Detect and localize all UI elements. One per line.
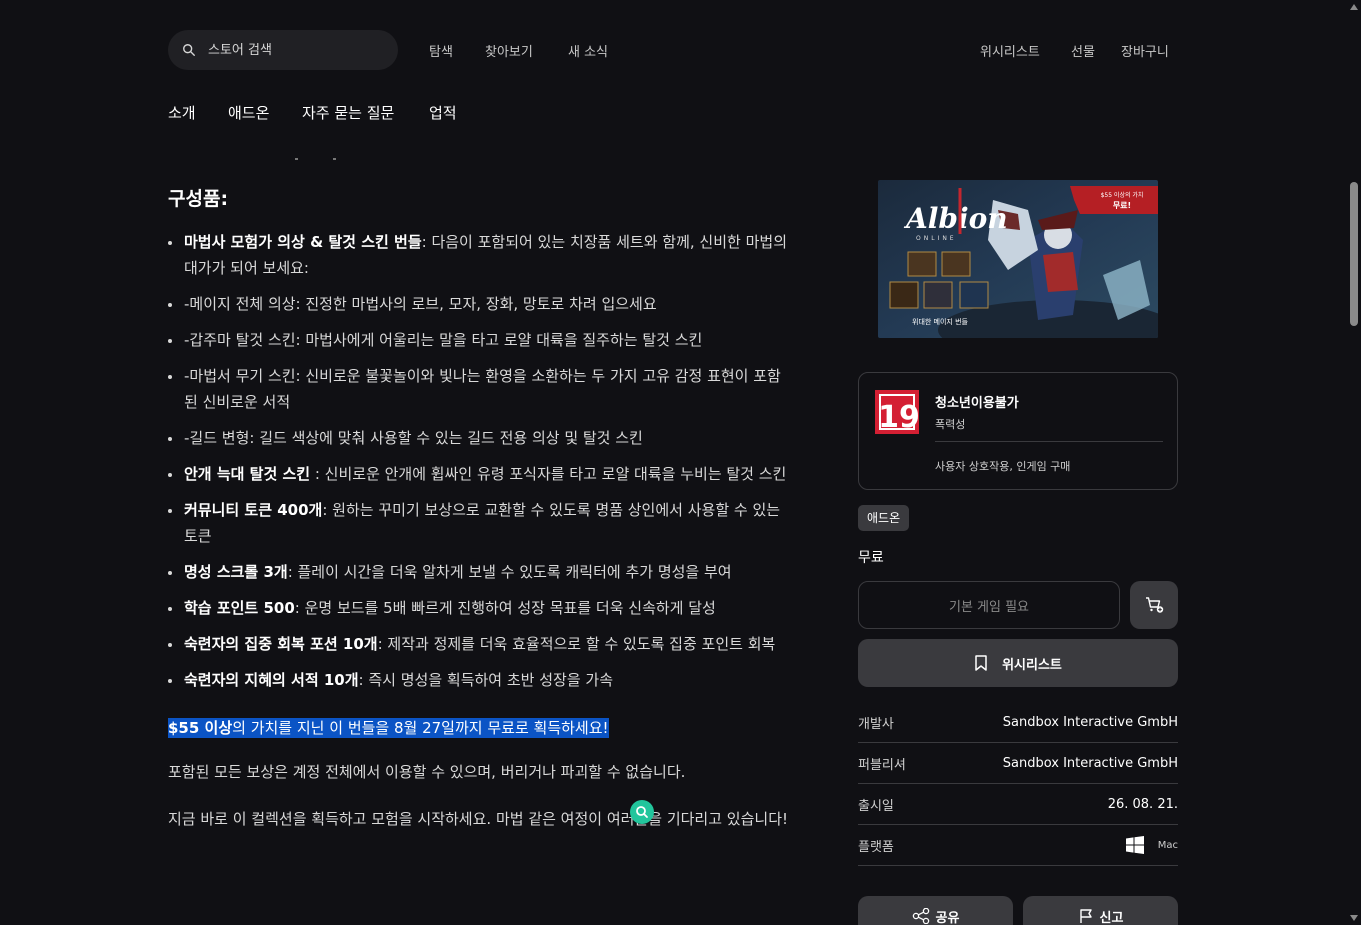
price: 무료 — [858, 550, 884, 566]
report-button[interactable]: 신고 — [1023, 896, 1178, 925]
platform-mac: Mac — [1157, 839, 1178, 851]
search-input[interactable] — [208, 42, 378, 58]
list-item: 명성 스크롤 3개: 플레이 시간을 더욱 알차게 보낼 수 있도록 캐릭터에 … — [168, 559, 788, 585]
product-type-badge: 애드온 — [858, 505, 910, 531]
share-icon — [912, 908, 929, 924]
scroll-thumb[interactable] — [1350, 182, 1358, 326]
list-item: 학습 포인트 500: 운명 보드를 5배 빠르게 진행하여 성장 목표를 더욱… — [168, 595, 788, 621]
rating-descriptor: 폭력성 — [935, 418, 966, 431]
tab-addons[interactable]: 애드온 — [228, 102, 269, 123]
paragraph: 포함된 모든 보상은 계정 전체에서 이용할 수 있으며, 버리거나 파괴할 수… — [168, 763, 686, 781]
svg-text:Albion: Albion — [903, 202, 1008, 235]
meta-row-release-date: 출시일 26. 08. 21. — [858, 784, 1178, 825]
svg-text:$55 이상의 가치: $55 이상의 가치 — [1101, 191, 1144, 199]
tab-overview[interactable]: 소개 — [168, 102, 196, 123]
add-to-cart-button[interactable] — [1130, 581, 1178, 629]
list-item: -갑주마 탈것 스킨: 마법사에게 어울리는 말을 타고 로얄 대륙을 질주하는… — [168, 327, 788, 353]
nav-link-gift[interactable]: 선물 — [1071, 41, 1095, 60]
tab-achievements[interactable]: 업적 — [429, 102, 457, 123]
lookup-extension-icon[interactable] — [630, 800, 654, 824]
svg-text:무료!: 무료! — [1113, 201, 1131, 210]
meta-row-publisher: 퍼블리셔 Sandbox Interactive GmbH — [858, 743, 1178, 784]
share-button[interactable]: 공유 — [858, 896, 1013, 925]
contents-list: 마법사 모험가 의상 & 탈것 스킨 번들: 다음이 포함되어 있는 치장품 세… — [168, 229, 788, 693]
scroll-up-arrow[interactable] — [1350, 4, 1358, 10]
base-game-required-button[interactable]: 기본 게임 필요 — [858, 581, 1120, 629]
svg-text:ONLINE: ONLINE — [916, 235, 957, 242]
description: 구성품: 마법사 모험가 의상 & 탈것 스킨 번들: 다음이 포함되어 있는 … — [168, 184, 788, 833]
list-item: -길드 변형: 길드 색상에 맞춰 사용할 수 있는 길드 전용 의상 및 탈것… — [168, 425, 788, 451]
list-item: 숙련자의 집중 회복 포션 10개: 제작과 정제를 더욱 효율적으로 할 수 … — [168, 631, 788, 657]
rating-title: 청소년이용불가 — [935, 396, 1019, 411]
wishlist-button[interactable]: 위시리스트 — [858, 639, 1178, 687]
list-item: 안개 늑대 탈것 스킨 : 신비로운 안개에 휩싸인 유령 포식자를 타고 로얄… — [168, 461, 788, 487]
list-item: -메이지 전체 의상: 진정한 마법사의 로브, 모자, 장화, 망토로 차려 … — [168, 291, 788, 317]
highlight-line: $55 이상의 가치를 지닌 이 번들을 8월 27일까지 무료로 획득하세요! — [168, 717, 788, 739]
list-item: -마법서 무기 스킨: 신비로운 불꽃놀이와 빛나는 환영을 소환하는 두 가지… — [168, 363, 788, 415]
list-item: 커뮤니티 토큰 400개: 원하는 꾸미기 보상으로 교환할 수 있도록 명품 … — [168, 497, 788, 549]
nav-link-cart[interactable]: 장바구니 — [1121, 41, 1169, 60]
platform-list: Mac — [1125, 836, 1178, 854]
selected-text: $55 이상의 가치를 지닌 이 번들을 8월 27일까지 무료로 획득하세요! — [168, 718, 609, 738]
product-banner: Albion ONLINE $55 이상의 가치 무료! 위대한 메이지 번들 — [878, 180, 1158, 338]
age-19-rating-icon: 19 — [875, 390, 919, 434]
cart-add-icon — [1146, 597, 1164, 613]
list-item: 마법사 모험가 의상 & 탈것 스킨 번들: 다음이 포함되어 있는 치장품 세… — [168, 229, 788, 281]
list-item: 숙련자의 지혜의 서적 10개: 즉시 명성을 획득하여 초반 성장을 가속 — [168, 667, 788, 693]
scroll-down-arrow[interactable] — [1350, 915, 1358, 921]
nav-link-discover[interactable]: 탐색 — [429, 41, 453, 60]
nav-link-news[interactable]: 새 소식 — [568, 41, 608, 60]
scroll-fade-marks — [295, 158, 345, 162]
search-icon — [183, 44, 195, 56]
windows-icon — [1125, 836, 1144, 854]
store-search[interactable] — [168, 30, 398, 70]
product-meta: 개발사 Sandbox Interactive GmbH 퍼블리셔 Sandbo… — [858, 702, 1178, 866]
divider — [935, 441, 1163, 442]
svg-text:19: 19 — [878, 400, 919, 434]
rating-interactive-elements: 사용자 상호작용, 인게임 구매 — [935, 460, 1071, 473]
nav-link-wishlist[interactable]: 위시리스트 — [980, 41, 1040, 60]
meta-row-developer: 개발사 Sandbox Interactive GmbH — [858, 702, 1178, 743]
page-scrollbar[interactable] — [1347, 0, 1361, 925]
paragraph: 지금 바로 이 컬렉션을 획득하고 모험을 시작하세요. 마법 같은 여정이 여… — [168, 810, 789, 828]
contents-heading: 구성품: — [168, 188, 229, 210]
bookmark-icon — [975, 655, 987, 671]
age-rating-card: 19 청소년이용불가 폭력성 사용자 상호작용, 인게임 구매 — [858, 372, 1178, 490]
flag-icon — [1079, 909, 1092, 923]
svg-text:위대한 메이지 번들: 위대한 메이지 번들 — [912, 317, 969, 326]
nav-link-browse[interactable]: 찾아보기 — [485, 41, 533, 60]
meta-row-platform: 플랫폼 Mac — [858, 825, 1178, 866]
tab-faq[interactable]: 자주 묻는 질문 — [302, 102, 394, 123]
